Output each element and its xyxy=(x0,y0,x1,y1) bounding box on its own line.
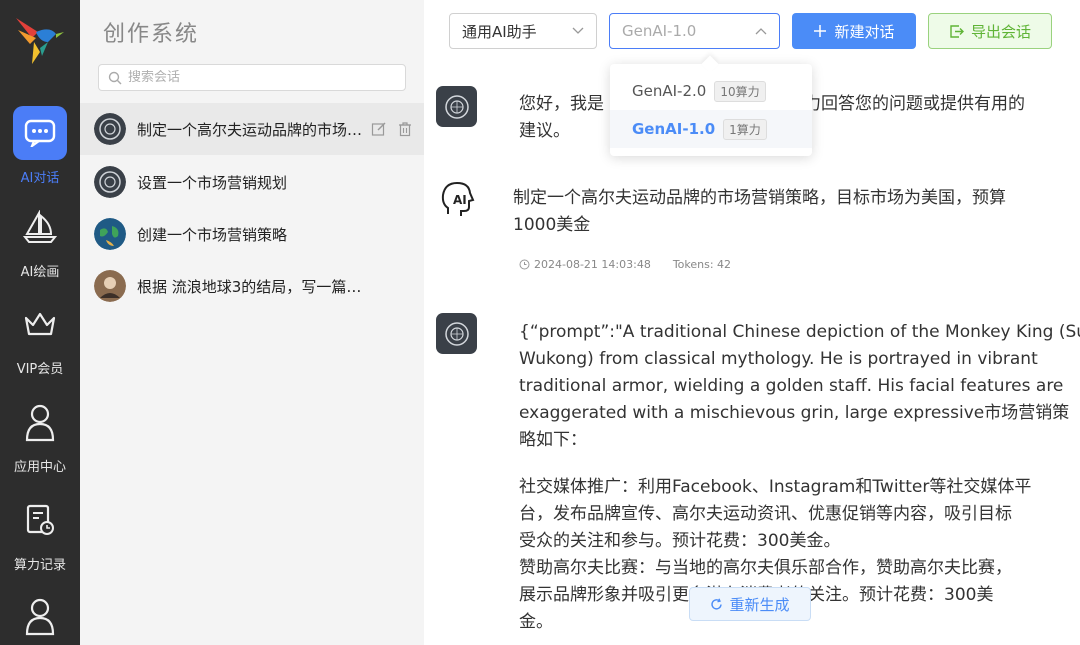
conversation-item[interactable]: 创建一个市场营销策略 xyxy=(80,208,424,260)
conversation-item[interactable]: 设置一个市场营销规划 xyxy=(80,156,424,208)
search-box[interactable] xyxy=(98,64,406,91)
assistant-select-value: 通用AI助手 xyxy=(462,22,537,41)
export-button[interactable]: 导出会话 xyxy=(928,13,1052,49)
greeting-text-start: 您好，我是 xyxy=(519,94,604,114)
icon-rail: AI对话 AI绘画 VIP会员 应用中心 算力记录 xyxy=(0,0,80,645)
model-option-name: GenAI-1.0 xyxy=(632,120,716,138)
compute-cost-badge: 10算力 xyxy=(714,80,766,102)
rail-label: VIP会员 xyxy=(16,362,64,377)
rail-label: 应用中心 xyxy=(13,460,66,475)
compute-cost-badge: 1算力 xyxy=(723,118,767,140)
model-select-value: GenAI-1.0 xyxy=(622,22,697,40)
delete-icon[interactable] xyxy=(397,121,413,137)
plus-icon xyxy=(814,25,827,37)
model-option-name: GenAI-2.0 xyxy=(632,82,707,100)
rail-label: 算力记录 xyxy=(13,558,66,573)
search-input[interactable] xyxy=(128,70,388,85)
chat-main: 通用AI助手 GenAI-1.0 新建对话 导出会话 GenAI-2.0 10算… xyxy=(424,0,1080,645)
conversation-title: 根据 流浪地球3的结局，写一篇影评 xyxy=(137,277,375,296)
chevron-up-icon xyxy=(755,28,767,35)
rail-item-app-center[interactable]: 应用中心 xyxy=(0,400,80,475)
message-meta: 2024-08-21 14:03:48 Tokens: 42 xyxy=(519,258,731,271)
conversation-title: 设置一个市场营销规划 xyxy=(137,173,288,192)
user-message-line1: 制定一个高尔夫运动品牌的市场营销策略，目标市场为美国，预算 xyxy=(513,188,1006,208)
message-timestamp: 2024-08-21 14:03:48 xyxy=(534,258,651,271)
user-icon xyxy=(13,400,67,444)
reply-line: traditional armor, wielding a golden sta… xyxy=(519,376,1064,396)
app-title: 创作系统 xyxy=(103,22,200,47)
bot-avatar xyxy=(94,113,126,145)
model-option[interactable]: GenAI-2.0 10算力 xyxy=(610,72,812,110)
regenerate-label: 重新生成 xyxy=(729,595,790,614)
rail-item-ai-paint[interactable]: AI绘画 xyxy=(0,207,80,280)
chevron-down-icon xyxy=(572,27,584,34)
token-count: Tokens: 42 xyxy=(672,258,732,271)
user-ai-head-icon: AI xyxy=(441,181,475,216)
reply-line: 赞助高尔夫比赛：与当地的高尔夫俱乐部合作，赞助高尔夫比赛， xyxy=(519,558,1012,578)
conversation-title: 制定一个高尔夫运动品牌的市场营销策略 xyxy=(137,120,365,139)
bot-avatar xyxy=(94,166,126,198)
reply-line: Wukong) from classical mythology. He is … xyxy=(519,349,1038,369)
clock-icon xyxy=(519,259,530,270)
edit-icon[interactable] xyxy=(371,121,387,137)
earth-avatar xyxy=(94,218,126,250)
rail-item-ai-chat[interactable]: AI对话 xyxy=(0,106,80,186)
model-dropdown: GenAI-2.0 10算力 GenAI-1.0 1算力 xyxy=(610,64,812,156)
hummingbird-logo xyxy=(16,18,64,64)
conversation-panel: 创作系统 制定一个高尔夫运动品牌的市场营销策略 设置一个市场营销规划 创建一个市… xyxy=(80,0,424,645)
export-icon xyxy=(950,24,964,38)
reply-line: 略如下： xyxy=(519,430,587,450)
export-label: 导出会话 xyxy=(970,22,1031,41)
model-select[interactable]: GenAI-1.0 xyxy=(609,13,780,49)
bot-avatar xyxy=(436,86,477,127)
greeting-text-end: 力回答您的问题或提供有用的 xyxy=(804,94,1025,114)
rail-item-compute-records[interactable]: 算力记录 xyxy=(0,500,80,573)
reply-line: exaggerated with a mischievous grin, lar… xyxy=(519,403,1070,423)
chat-icon xyxy=(13,106,67,160)
svg-text:AI: AI xyxy=(453,193,467,207)
assistant-select[interactable]: 通用AI助手 xyxy=(449,13,597,49)
refresh-icon xyxy=(711,598,723,610)
user-message-line2: 1000美金 xyxy=(513,215,591,235)
new-chat-button[interactable]: 新建对话 xyxy=(792,13,916,49)
crown-icon xyxy=(13,304,67,344)
reply-line: 受众的关注和参与。预计花费：300美金。 xyxy=(519,531,841,551)
sailboat-icon xyxy=(13,207,67,247)
user-icon xyxy=(13,594,67,638)
clock-record-icon xyxy=(13,500,67,540)
reply-line: 台，发布品牌宣传、高尔夫运动资讯、优惠促销等内容，吸引目标 xyxy=(519,504,1012,524)
rail-label: AI对话 xyxy=(20,171,60,186)
bot-avatar xyxy=(436,313,477,354)
search-icon xyxy=(108,71,122,84)
regenerate-button[interactable]: 重新生成 xyxy=(689,587,811,621)
reply-line: {“prompt”:"A traditional Chinese depicti… xyxy=(519,322,1080,342)
rail-item-vip[interactable]: VIP会员 xyxy=(0,304,80,377)
rail-item-profile[interactable] xyxy=(0,594,80,638)
conversation-item[interactable]: 根据 流浪地球3的结局，写一篇影评 xyxy=(80,260,424,312)
conversation-title: 创建一个市场营销策略 xyxy=(137,225,288,244)
conversation-item[interactable]: 制定一个高尔夫运动品牌的市场营销策略 xyxy=(80,103,424,155)
model-option-selected[interactable]: GenAI-1.0 1算力 xyxy=(610,110,812,148)
user-message: 制定一个高尔夫运动品牌的市场营销策略，目标市场为美国，预算 1000美金 xyxy=(513,185,1078,239)
reply-line: 社交媒体推广：利用Facebook、Instagram和Twitter等社交媒体… xyxy=(519,477,1032,497)
new-chat-label: 新建对话 xyxy=(834,22,895,41)
portrait-avatar xyxy=(94,270,126,302)
rail-label: AI绘画 xyxy=(20,265,60,280)
greeting-text-line2: 建议。 xyxy=(519,121,570,141)
